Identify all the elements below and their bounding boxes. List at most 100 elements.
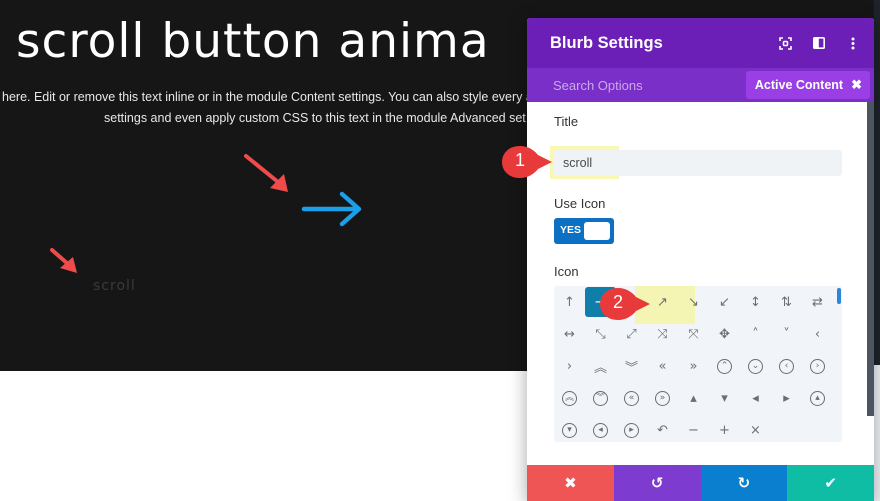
arrow-down-right-icon: ↘ [688, 294, 699, 310]
more-options-icon[interactable] [846, 36, 860, 50]
icon-option-double-chevron-up[interactable]: ︽ [585, 350, 616, 382]
icon-option-circle-triangle-right[interactable]: ▸ [616, 414, 647, 442]
use-icon-toggle[interactable]: YES [554, 218, 614, 244]
sidebar-layout-icon[interactable] [812, 36, 826, 50]
icon-option-arrow-left-right[interactable]: ↔ [554, 318, 585, 350]
icon-field-label: Icon [554, 264, 579, 279]
circle-triangle-up-icon: ▴ [810, 390, 825, 406]
body-text-line-1: here. Edit or remove this text inline or… [2, 90, 533, 104]
chevron-left-icon: ‹ [814, 326, 821, 342]
close-icon: × [750, 422, 761, 438]
arrow-up-right-icon: ↗ [657, 294, 668, 310]
search-options-input[interactable] [527, 68, 757, 102]
active-content-filter[interactable]: Active Content ✖ [745, 71, 870, 99]
icon-option-arrow-down-left[interactable]: ↙ [709, 286, 740, 318]
icon-picker-scrollbar[interactable] [837, 288, 841, 304]
builder-edge-light [874, 365, 880, 501]
circle-chevron-left-icon: ‹ [779, 358, 794, 374]
modal-header[interactable]: Blurb Settings [527, 18, 874, 68]
icon-option-triangle-left[interactable]: ◂ [740, 382, 771, 414]
page-heading[interactable]: scroll button anima [16, 14, 490, 69]
icon-option-chevron-right[interactable]: › [554, 350, 585, 382]
icon-option-arrows-expand[interactable]: ⤧ [678, 318, 709, 350]
cancel-button[interactable]: ✖ [527, 465, 614, 501]
icon-option-triangle-right[interactable]: ▸ [771, 382, 802, 414]
icon-option-arrows-horizontal-swap[interactable]: ⇄ [802, 286, 833, 318]
icon-option-undo-arrow[interactable]: ↶ [647, 414, 678, 442]
active-filter-label: Active Content [754, 78, 844, 92]
icon-option-chevron-up[interactable]: ˄ [740, 318, 771, 350]
icon-option-chevron-left[interactable]: ‹ [802, 318, 833, 350]
chevron-up-icon: ˄ [752, 326, 759, 342]
icon-option-circle-chevron-down[interactable]: ⌄ [740, 350, 771, 382]
arrows-expand-icon: ⤧ [688, 326, 699, 342]
icon-option-triangle-up[interactable]: ▴ [678, 382, 709, 414]
circle-double-chevron-left-icon: « [624, 390, 639, 406]
undo-arrow-icon: ↶ [657, 422, 668, 438]
toggle-knob [584, 222, 610, 240]
circle-double-chevron-up-icon: ︽ [562, 390, 577, 406]
icon-option-arrows-vertical-swap[interactable]: ⇅ [771, 286, 802, 318]
callout-1: 1 [498, 143, 558, 183]
modal-body: Title Use Icon YES Icon ↑→↖↗↘↙↕⇅⇄↔⤡⤢⤨⤧✥˄… [527, 102, 865, 462]
double-chevron-down-icon: ︾ [624, 360, 638, 376]
icon-option-circle-double-chevron-up[interactable]: ︽ [554, 382, 585, 414]
chevron-down-icon: ˅ [783, 326, 790, 342]
callout-number: 2 [612, 292, 623, 312]
blurb-title[interactable]: scroll [93, 278, 136, 294]
arrow-resize-diagonal-1-icon: ⤡ [595, 326, 606, 342]
arrow-left-right-icon: ↔ [564, 326, 575, 342]
minus-icon: − [688, 422, 699, 438]
icon-option-double-chevron-right[interactable]: » [678, 350, 709, 382]
undo-button[interactable]: ↺ [613, 465, 701, 501]
annotation-arrow-icon [244, 154, 288, 192]
redo-icon: ↻ [737, 474, 751, 492]
expand-icon[interactable] [778, 36, 792, 50]
modal-scrollbar[interactable] [867, 101, 874, 416]
arrow-up-icon: ↑ [564, 294, 575, 310]
circle-double-chevron-right-icon: » [655, 390, 670, 406]
icon-option-plus[interactable]: + [709, 414, 740, 442]
icon-option-arrow-down-right[interactable]: ↘ [678, 286, 709, 318]
icon-option-double-chevron-left[interactable]: « [647, 350, 678, 382]
icon-option-chevron-down[interactable]: ˅ [771, 318, 802, 350]
arrow-down-left-icon: ↙ [719, 294, 730, 310]
circle-triangle-left-icon: ◂ [593, 422, 608, 438]
remove-filter-icon[interactable]: ✖ [851, 77, 862, 93]
redo-button[interactable]: ↻ [700, 465, 788, 501]
title-field-label: Title [554, 114, 579, 129]
icon-option-arrow-up-down[interactable]: ↕ [740, 286, 771, 318]
icon-option-circle-triangle-up[interactable]: ▴ [802, 382, 833, 414]
screen: scroll button anima here. Edit or remove… [0, 0, 880, 501]
icon-option-triangle-down[interactable]: ▾ [709, 382, 740, 414]
title-input[interactable] [554, 150, 842, 176]
icon-option-circle-triangle-down[interactable]: ▾ [554, 414, 585, 442]
undo-icon: ↺ [650, 474, 664, 492]
icon-option-circle-double-chevron-right[interactable]: » [647, 382, 678, 414]
triangle-right-icon: ▸ [783, 390, 790, 406]
save-button[interactable]: ✔ [787, 465, 874, 501]
icon-option-circle-double-chevron-down[interactable]: ︾ [585, 382, 616, 414]
icon-option-circle-double-chevron-left[interactable]: « [616, 382, 647, 414]
icon-option-circle-chevron-left[interactable]: ‹ [771, 350, 802, 382]
icon-option-close[interactable]: × [740, 414, 771, 442]
search-bar: Active Content ✖ [527, 68, 874, 102]
circle-triangle-down-icon: ▾ [562, 422, 577, 438]
annotation-arrow-icon [50, 248, 77, 273]
arrows-vertical-swap-icon: ⇅ [781, 294, 792, 310]
icon-option-move[interactable]: ✥ [709, 318, 740, 350]
callout-number: 1 [514, 150, 525, 170]
icon-option-double-chevron-down[interactable]: ︾ [616, 350, 647, 382]
icon-option-arrow-up[interactable]: ↑ [554, 286, 585, 318]
circle-triangle-right-icon: ▸ [624, 422, 639, 438]
blurb-settings-modal: Blurb Settings Active Content ✖ Ti [527, 18, 874, 501]
callout-2: 2 [596, 285, 656, 325]
icon-option-minus[interactable]: − [678, 414, 709, 442]
blurb-arrow-right-icon[interactable] [298, 190, 366, 228]
icon-option-circle-chevron-up[interactable]: ⌃ [709, 350, 740, 382]
body-text-line-2: settings and even apply custom CSS to th… [104, 111, 526, 125]
circle-chevron-down-icon: ⌄ [748, 358, 763, 374]
icon-option-circle-triangle-left[interactable]: ◂ [585, 414, 616, 442]
triangle-left-icon: ◂ [752, 390, 759, 406]
icon-option-circle-chevron-right[interactable]: › [802, 350, 833, 382]
